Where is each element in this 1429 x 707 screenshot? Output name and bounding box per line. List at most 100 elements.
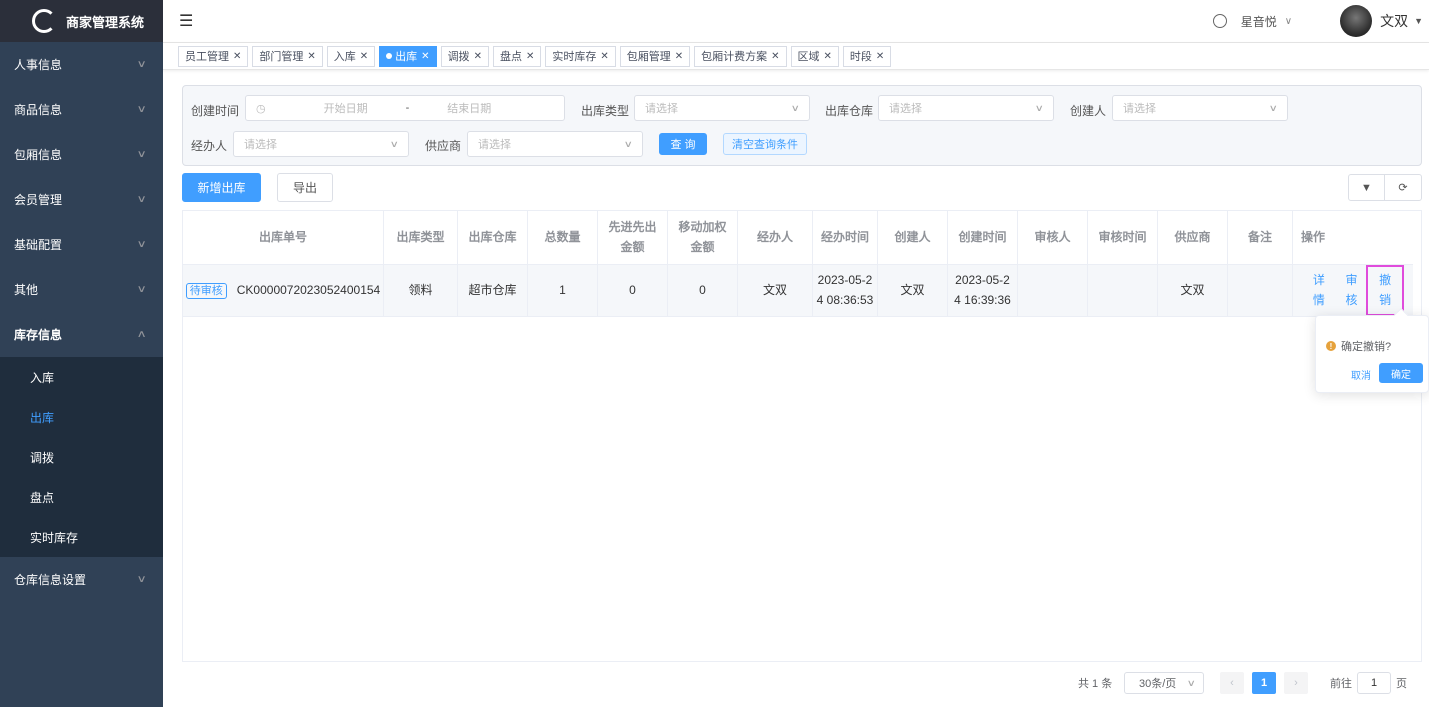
next-page-icon[interactable]: › bbox=[1284, 672, 1308, 694]
add-outbound-button[interactable]: 新增出库 bbox=[182, 173, 261, 202]
supplier-select[interactable]: 请选择 ∨ bbox=[467, 131, 643, 157]
sidebar-subitem-outbound[interactable]: 出库 bbox=[0, 397, 163, 437]
start-date-input[interactable]: 开始日期 bbox=[296, 100, 396, 116]
avatar[interactable] bbox=[1340, 5, 1373, 37]
logo-icon bbox=[32, 9, 56, 33]
sidebar-item-members[interactable]: 会员管理 ∨ bbox=[0, 177, 163, 222]
query-button[interactable]: 查 询 bbox=[659, 133, 707, 155]
export-button[interactable]: 导出 bbox=[277, 173, 333, 202]
prev-page-icon[interactable]: ‹ bbox=[1220, 672, 1244, 694]
chevron-down-icon: ∨ bbox=[136, 194, 147, 205]
goto-page-input[interactable]: 1 bbox=[1357, 672, 1391, 694]
th-actions: 操作 bbox=[1301, 229, 1326, 244]
close-icon[interactable]: ✕ bbox=[675, 51, 683, 62]
close-icon[interactable]: ✕ bbox=[876, 51, 884, 62]
caret-down-icon[interactable]: ▼ bbox=[1414, 16, 1423, 26]
outbound-table: 出库单号 出库类型 出库仓库 总数量 先进先出 金额 移动加权 金额 经办人 经… bbox=[182, 210, 1422, 662]
td-create-time: 2023-05-2 4 16:39:36 bbox=[948, 265, 1018, 316]
sidebar-item-basic-config[interactable]: 基础配置 ∨ bbox=[0, 222, 163, 267]
page-size-select[interactable]: 30条/页 ∨ bbox=[1124, 672, 1204, 694]
sidebar-item-personnel[interactable]: 人事信息 ∨ bbox=[0, 42, 163, 87]
tag-label: 调拨 bbox=[447, 51, 470, 63]
close-icon[interactable]: ✕ bbox=[526, 51, 534, 62]
warehouse-label: 出库仓库 bbox=[825, 104, 874, 118]
tag-label: 时段 bbox=[849, 51, 872, 63]
sidebar-subitem-realtime-stock[interactable]: 实时库存 bbox=[0, 517, 163, 557]
revoke-link[interactable]: 撤销 bbox=[1366, 265, 1405, 316]
close-icon[interactable]: ✕ bbox=[474, 51, 482, 62]
tag-staff[interactable]: 员工管理 ✕ bbox=[178, 45, 249, 67]
td-actions: 详情 审核 撤销 bbox=[1293, 265, 1413, 316]
tag-room-billing[interactable]: 包厢计费方案 ✕ bbox=[694, 45, 787, 67]
sidebar-subitem-transfer[interactable]: 调拨 bbox=[0, 437, 163, 477]
close-icon[interactable]: ✕ bbox=[600, 51, 608, 62]
page-number[interactable]: 1 bbox=[1252, 672, 1276, 694]
sidebar-item-rooms[interactable]: 包厢信息 ∨ bbox=[0, 132, 163, 177]
td-handle-time: 2023-05-2 4 08:36:53 bbox=[813, 265, 878, 316]
tag-period[interactable]: 时段 ✕ bbox=[842, 45, 892, 67]
date-range-picker[interactable]: ◷ 开始日期 - 结束日期 bbox=[245, 95, 565, 121]
td-creator: 文双 bbox=[878, 265, 948, 316]
tag-outbound[interactable]: 出库 ✕ bbox=[379, 45, 437, 67]
supplier-label: 供应商 bbox=[425, 139, 462, 153]
detail-link[interactable]: 详情 bbox=[1307, 271, 1331, 309]
sidebar-item-goods[interactable]: 商品信息 ∨ bbox=[0, 87, 163, 132]
column-filter-icon[interactable]: ▼ bbox=[1348, 174, 1385, 201]
tags-view: 员工管理 ✕ 部门管理 ✕ 入库 ✕ 出库 ✕ 调拨 ✕ 盘点 ✕ 实时库存 ✕ 包厢管理 ✕ … bbox=[163, 43, 1429, 70]
popconfirm-confirm-button[interactable]: 确定 bbox=[1379, 363, 1423, 383]
chevron-down-icon: ∨ bbox=[136, 574, 147, 585]
chevron-down-icon: ∨ bbox=[1035, 102, 1045, 113]
sidebar-subitem-inbound[interactable]: 入库 bbox=[0, 357, 163, 397]
sidebar-item-label: 包厢信息 bbox=[14, 148, 63, 162]
tag-department[interactable]: 部门管理 ✕ bbox=[252, 45, 323, 67]
pagination-total: 共 1 条 bbox=[1078, 678, 1113, 690]
sidebar-subitem-stocktake[interactable]: 盘点 bbox=[0, 477, 163, 517]
th-total-qty: 总数量 bbox=[528, 211, 598, 264]
tag-inbound[interactable]: 入库 ✕ bbox=[326, 45, 376, 67]
th-auditor: 审核人 bbox=[1018, 211, 1088, 264]
refresh-icon[interactable]: ⟳ bbox=[1384, 174, 1422, 201]
sidebar-item-inventory[interactable]: 库存信息 ∧ bbox=[0, 312, 163, 357]
td-total-qty: 1 bbox=[528, 265, 598, 316]
warehouse-select[interactable]: 请选择 ∨ bbox=[878, 95, 1054, 121]
close-icon[interactable]: ✕ bbox=[360, 51, 368, 62]
tag-label: 包厢管理 bbox=[626, 51, 671, 63]
tag-transfer[interactable]: 调拨 ✕ bbox=[440, 45, 489, 67]
td-supplier: 文双 bbox=[1158, 265, 1228, 316]
tag-stocktake[interactable]: 盘点 ✕ bbox=[492, 45, 542, 67]
th-handler: 经办人 bbox=[738, 211, 813, 264]
close-icon[interactable]: ✕ bbox=[421, 51, 429, 62]
menu-toggle-icon[interactable]: ☰ bbox=[179, 11, 193, 31]
audit-link[interactable]: 审核 bbox=[1340, 271, 1364, 309]
close-icon[interactable]: ✕ bbox=[824, 51, 832, 62]
chevron-down-icon: ∨ bbox=[136, 239, 147, 250]
tag-area[interactable]: 区域 ✕ bbox=[790, 45, 839, 67]
close-icon[interactable]: ✕ bbox=[233, 51, 241, 62]
out-type-select[interactable]: 请选择 ∨ bbox=[634, 95, 810, 121]
chevron-down-icon: ∨ bbox=[624, 138, 634, 149]
sidebar-item-label: 仓库信息设置 bbox=[14, 573, 87, 587]
tag-label: 入库 bbox=[333, 51, 356, 63]
sidebar-item-other[interactable]: 其他 ∨ bbox=[0, 267, 163, 312]
sidebar-item-warehouse-settings[interactable]: 仓库信息设置 ∨ bbox=[0, 557, 163, 602]
store-switcher[interactable]: 星音悦 ∨ bbox=[1212, 13, 1292, 30]
user-name[interactable]: 文双 bbox=[1380, 11, 1408, 31]
close-icon[interactable]: ✕ bbox=[307, 51, 315, 62]
handler-select[interactable]: 请选择 ∨ bbox=[233, 131, 409, 157]
close-icon[interactable]: ✕ bbox=[771, 51, 779, 62]
popconfirm-cancel-button[interactable]: 取消 bbox=[1351, 367, 1371, 382]
status-badge: 待审核 bbox=[185, 282, 227, 299]
th-fifo-amount: 先进先出 金额 bbox=[598, 211, 668, 264]
end-date-input[interactable]: 结束日期 bbox=[419, 100, 519, 116]
td-warehouse: 超市仓库 bbox=[458, 265, 528, 316]
tag-realtime-stock[interactable]: 实时库存 ✕ bbox=[545, 45, 616, 67]
tag-room-management[interactable]: 包厢管理 ✕ bbox=[619, 45, 691, 67]
tag-label: 员工管理 bbox=[185, 51, 229, 63]
td-order-no: 待审核 CK0000072023052400154 bbox=[183, 265, 384, 316]
td-auditor bbox=[1018, 265, 1088, 316]
topbar: ☰ 星音悦 ∨ 文双 ▼ bbox=[163, 0, 1429, 43]
chevron-up-icon: ∧ bbox=[136, 329, 147, 340]
tag-label: 盘点 bbox=[499, 51, 522, 63]
clear-filter-button[interactable]: 清空查询条件 bbox=[723, 133, 807, 155]
creator-select[interactable]: 请选择 ∨ bbox=[1112, 95, 1288, 121]
